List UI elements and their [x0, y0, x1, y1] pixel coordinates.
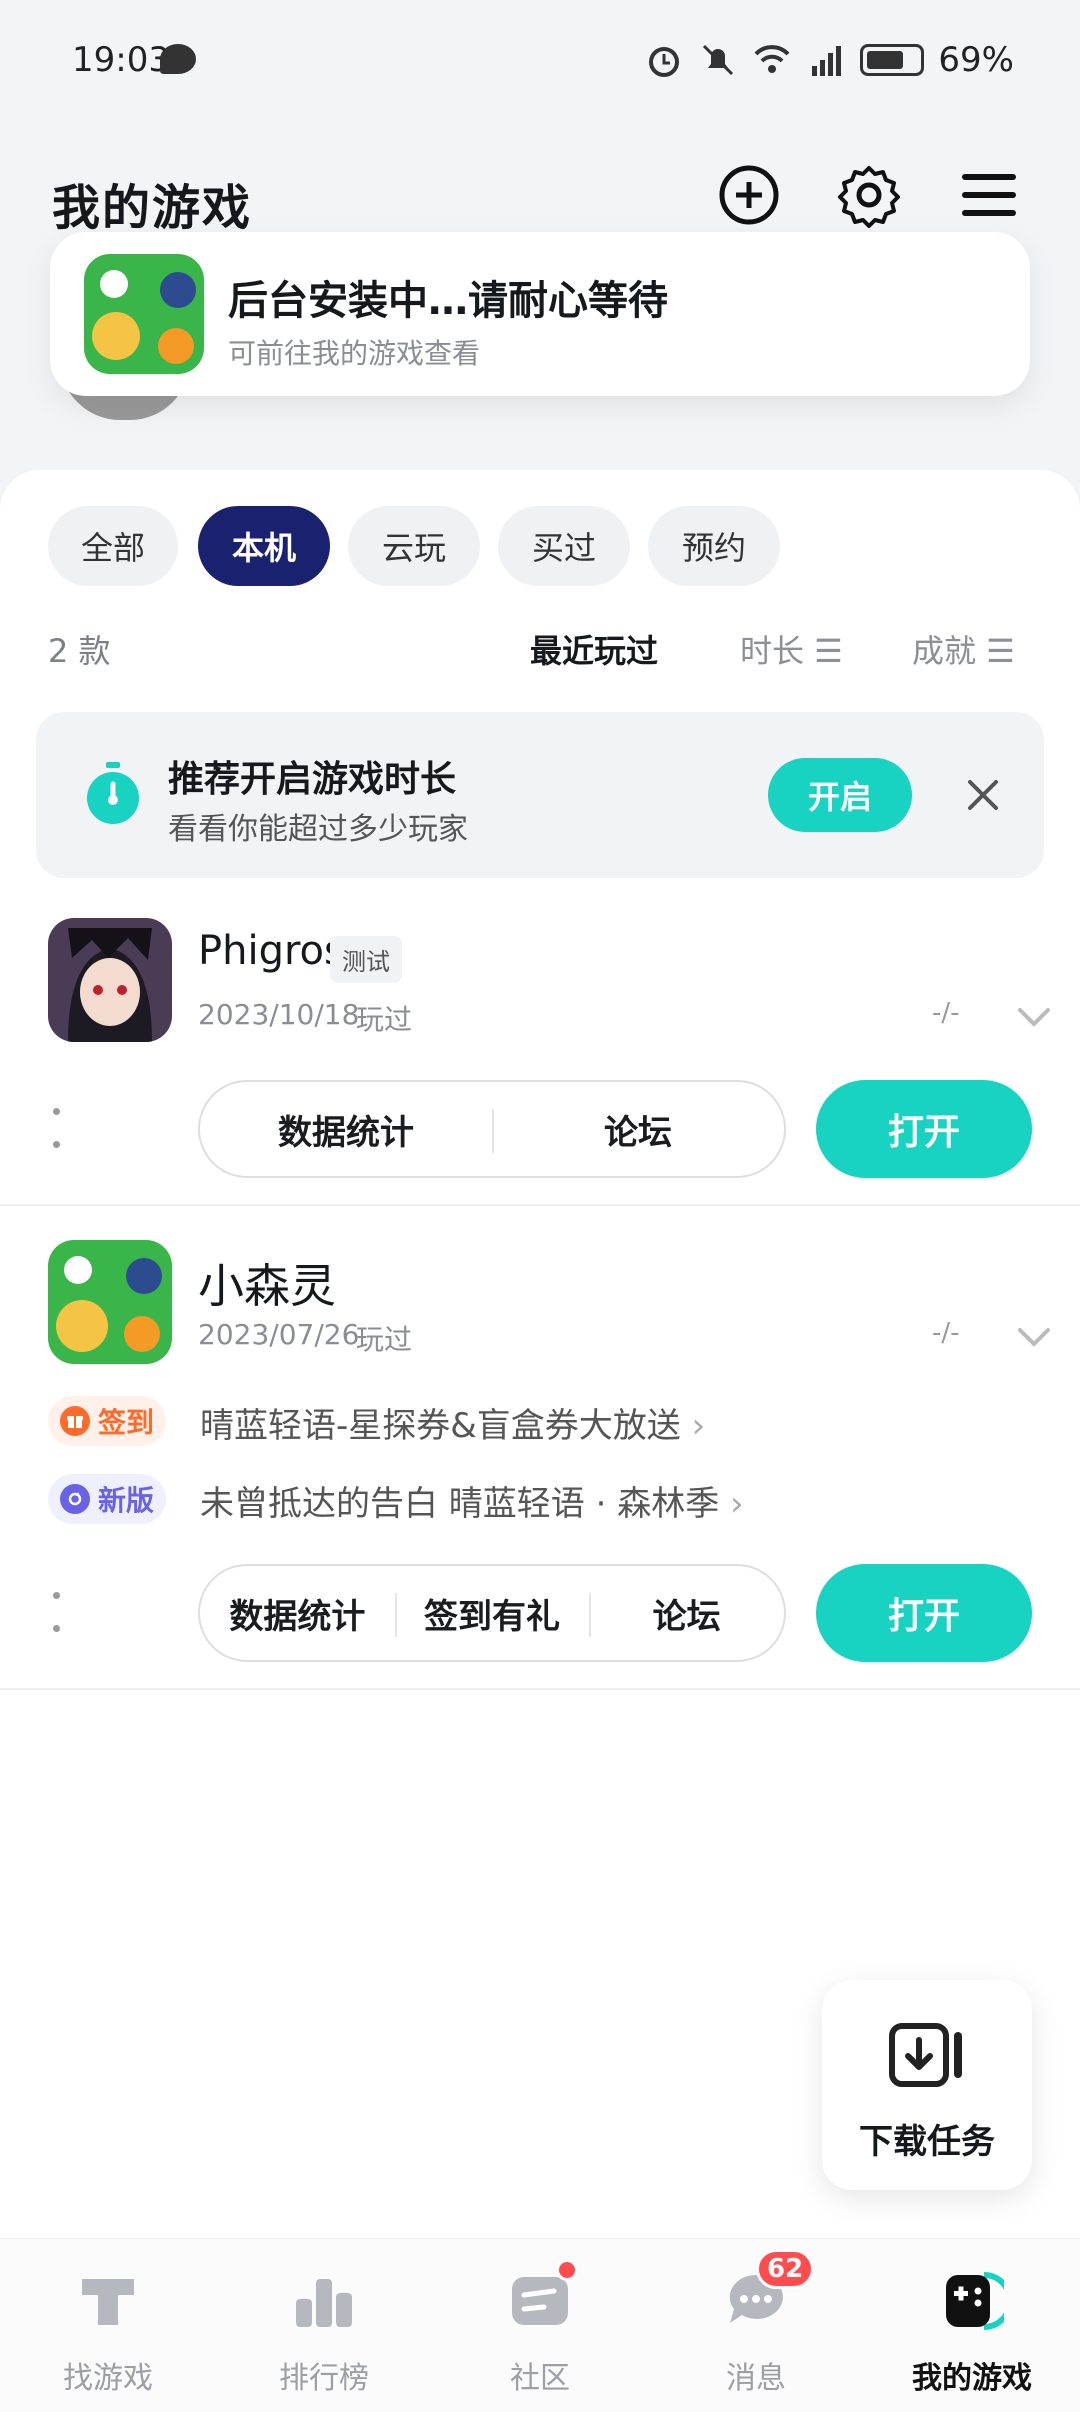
phigros-app-icon[interactable]: [48, 918, 172, 1042]
download-tasks-button[interactable]: 下载任务: [822, 1980, 1032, 2190]
wifi-icon: [754, 45, 790, 73]
playtime-recommend-card: 推荐开启游戏时长 看看你能超过多少玩家 开启: [36, 712, 1044, 878]
gear-icon: [838, 166, 900, 228]
community-red-dot: [556, 2259, 578, 2281]
signin-promo-link[interactable]: 晴蓝轻语-星探券&盲盒券大放送 ›: [200, 1398, 705, 1447]
nav-find-games[interactable]: 找游戏: [0, 2239, 216, 2412]
row-divider: [0, 1688, 1080, 1690]
gift-icon: [60, 1406, 90, 1436]
signin-gift-button[interactable]: 签到有礼: [394, 1589, 590, 1638]
nav-label: 找游戏: [63, 2361, 153, 2396]
open-game-button[interactable]: 打开: [816, 1564, 1032, 1662]
mute-bell-icon: [703, 44, 734, 76]
last-played-date: 2023/07/26: [198, 1318, 360, 1351]
playtime-value: -/-: [932, 998, 960, 1028]
toast-subtitle: 可前往我的游戏查看: [228, 337, 481, 370]
battery-percent: 69%: [938, 40, 1014, 80]
recommend-title: 推荐开启游戏时长: [168, 759, 457, 800]
new-version-promo-link[interactable]: 未曾抵达的告白 晴蓝轻语 · 森林季 ›: [200, 1476, 744, 1525]
recommend-subtitle: 看看你能超过多少玩家: [168, 812, 468, 847]
forum-button[interactable]: 论坛: [492, 1105, 784, 1154]
chip-all[interactable]: 全部: [48, 506, 178, 586]
close-recommend-button[interactable]: [954, 766, 1012, 824]
chevron-right-icon: ›: [680, 1406, 706, 1446]
game-actions-bar: 数据统计 论坛: [198, 1080, 786, 1178]
add-game-button[interactable]: [712, 158, 786, 232]
sort-achievement[interactable]: 成就 ☰: [912, 626, 1015, 672]
signal-5g-icon: [812, 46, 842, 76]
xiaosenling-app-icon[interactable]: [48, 1240, 172, 1364]
last-played-date: 2023/10/18: [198, 998, 360, 1031]
chevron-right-icon: ›: [719, 1484, 744, 1524]
game-count: 2 款: [48, 632, 111, 670]
signin-badge-label: 签到: [98, 1406, 155, 1439]
status-bar: 19:03 69%: [0, 0, 1080, 120]
nav-messages[interactable]: 62 消息: [648, 2239, 864, 2412]
battery-icon: [860, 44, 925, 76]
test-tag: 测试: [330, 936, 402, 983]
played-label: 玩过: [356, 1003, 413, 1036]
nav-rankings[interactable]: 排行榜: [216, 2239, 432, 2412]
ranking-icon: [296, 2279, 352, 2327]
message-notification-icon: [160, 44, 196, 74]
nav-label: 社区: [510, 2361, 570, 2396]
alarm-icon: [649, 47, 680, 77]
game-actions-bar: 数据统计 签到有礼 论坛: [198, 1564, 786, 1662]
settings-button[interactable]: [832, 158, 906, 232]
status-time: 19:03: [72, 40, 170, 80]
more-options-button[interactable]: [50, 1108, 62, 1148]
chip-purchased[interactable]: 买过: [498, 506, 630, 586]
game-name[interactable]: 小森灵: [198, 1250, 336, 1316]
toast-title: 后台安装中…请耐心等待: [228, 278, 668, 324]
stats-button[interactable]: 数据统计: [200, 1105, 492, 1154]
signin-badge: 签到: [48, 1396, 167, 1446]
played-label: 玩过: [356, 1323, 413, 1356]
nav-label: 排行榜: [279, 2361, 369, 2396]
stats-button[interactable]: 数据统计: [200, 1589, 395, 1638]
nav-my-games[interactable]: 我的游戏: [864, 2239, 1080, 2412]
sort-duration[interactable]: 时长 ☰: [740, 626, 843, 672]
chip-local[interactable]: 本机: [198, 506, 330, 586]
bottom-nav: 找游戏 排行榜 社区 62 消息 我的游戏: [0, 2238, 1080, 2412]
enable-playtime-button[interactable]: 开启: [768, 758, 912, 832]
stopwatch-icon: [87, 762, 139, 824]
close-icon: [968, 780, 998, 810]
message-count-badge: 62: [756, 2249, 815, 2289]
signin-promo-text: 晴蓝轻语-星探券&盲盒券大放送: [200, 1406, 681, 1446]
new-version-badge: 新版: [48, 1474, 167, 1524]
chip-reserved[interactable]: 预约: [648, 506, 780, 586]
status-icons: 69%: [644, 40, 1014, 80]
download-tasks-label: 下载任务: [859, 2122, 995, 2162]
nav-community[interactable]: 社区: [432, 2239, 648, 2412]
playtime-value: -/-: [932, 1318, 960, 1348]
row-divider: [0, 1204, 1080, 1206]
gamepad-icon: [946, 2272, 1004, 2330]
install-toast[interactable]: 后台安装中…请耐心等待 可前往我的游戏查看: [50, 232, 1030, 396]
new-version-promo-text: 未曾抵达的告白 晴蓝轻语 · 森林季: [200, 1484, 720, 1524]
xiaosenling-app-icon: [84, 254, 204, 374]
sort-recent[interactable]: 最近玩过: [530, 626, 658, 672]
open-game-button[interactable]: 打开: [816, 1080, 1032, 1178]
nav-label: 我的游戏: [912, 2361, 1032, 2396]
chip-cloud[interactable]: 云玩: [348, 506, 480, 586]
menu-button[interactable]: [952, 158, 1026, 232]
chevron-down-icon[interactable]: [1014, 996, 1054, 1036]
game-name[interactable]: Phigros: [198, 928, 345, 974]
find-games-icon: [82, 2279, 134, 2325]
plus-circle-icon: [719, 165, 779, 225]
chevron-down-icon[interactable]: [1014, 1316, 1054, 1356]
hamburger-icon: [962, 174, 1016, 216]
refresh-icon: [60, 1484, 90, 1514]
new-version-badge-label: 新版: [98, 1484, 155, 1517]
download-icon: [889, 2023, 962, 2087]
forum-button[interactable]: 论坛: [589, 1589, 784, 1638]
more-options-button[interactable]: [50, 1592, 62, 1632]
page-title: 我的游戏: [52, 180, 253, 236]
nav-label: 消息: [726, 2361, 786, 2396]
